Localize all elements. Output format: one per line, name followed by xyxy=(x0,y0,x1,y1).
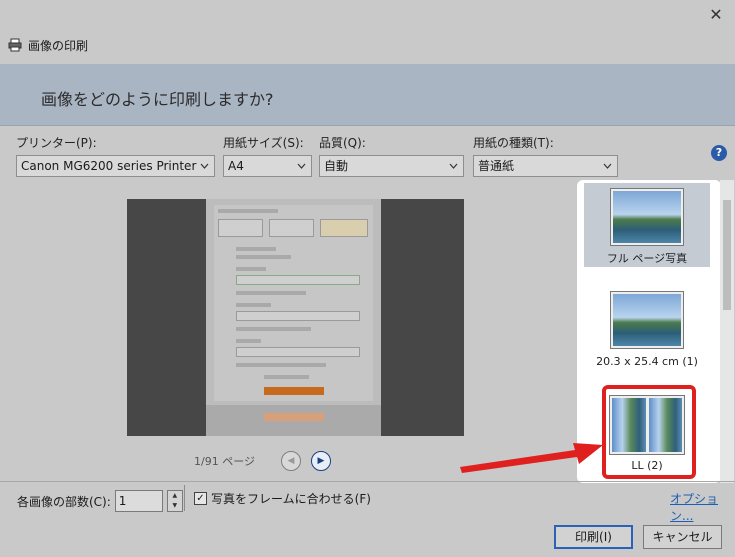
printer-field: プリンター(P): Canon MG6200 series Printer xyxy=(16,135,215,177)
print-size-item-full-page[interactable]: フル ページ写真 xyxy=(584,183,710,267)
landscape-image xyxy=(613,294,681,346)
print-settings-row: プリンター(P): Canon MG6200 series Printer 用紙… xyxy=(0,127,735,179)
instruction-banner: 画像をどのように印刷しますか? xyxy=(0,64,735,126)
preview-placeholder-input xyxy=(236,311,360,321)
preview-placeholder-button xyxy=(264,413,324,421)
scrollbar-thumb[interactable] xyxy=(723,200,731,310)
window-title-text: 画像の印刷 xyxy=(28,38,89,53)
banner-question: 画像をどのように印刷しますか? xyxy=(41,90,274,109)
paper-type-field: 用紙の種類(T): 普通紙 xyxy=(473,135,618,177)
preview-placeholder-button xyxy=(264,387,324,395)
preview-placeholder-box xyxy=(218,219,263,237)
chevron-down-icon xyxy=(603,156,612,176)
preview-placeholder-box xyxy=(269,219,314,237)
printer-value: Canon MG6200 series Printer xyxy=(21,159,197,173)
arrow-annotation-icon xyxy=(460,443,603,473)
highlight-annotation-box xyxy=(602,385,696,479)
preview-pager: 1/91 ページ ◀ ▶ xyxy=(194,451,331,471)
help-icon[interactable]: ? xyxy=(711,145,727,161)
print-size-label: 20.3 x 25.4 cm (1) xyxy=(596,355,698,368)
preview-placeholder-box xyxy=(320,219,368,237)
preview-placeholder-line xyxy=(264,375,309,379)
quality-field: 品質(Q): 自動 xyxy=(319,135,464,177)
landscape-image xyxy=(613,191,681,243)
quality-select[interactable]: 自動 xyxy=(319,155,464,177)
preview-placeholder-line xyxy=(236,291,306,295)
fit-to-frame-checkbox[interactable]: ✓ xyxy=(194,492,207,505)
chevron-down-icon xyxy=(297,156,306,176)
printer-label: プリンター(P): xyxy=(16,136,97,150)
printer-select[interactable]: Canon MG6200 series Printer xyxy=(16,155,215,177)
preview-placeholder-line xyxy=(236,327,311,331)
bottom-bar: 各画像の部数(C): 1 ▲ ▼ ✓ 写真をフレームに合わせる(F) オプション… xyxy=(0,481,735,557)
copies-stepper[interactable]: ▲ ▼ xyxy=(166,490,183,512)
landscape-photo-icon xyxy=(610,188,684,246)
paper-type-select[interactable]: 普通紙 xyxy=(473,155,618,177)
title-bar: ✕ 画像の印刷 xyxy=(0,0,735,64)
preview-placeholder-line xyxy=(236,267,266,271)
paper-size-value: A4 xyxy=(228,159,244,173)
landscape-photo-icon xyxy=(610,291,684,349)
copies-control: 各画像の部数(C): 1 ▲ ▼ xyxy=(17,490,183,512)
fit-to-frame-label: 写真をフレームに合わせる(F) xyxy=(211,492,371,506)
print-pictures-dialog: ✕ 画像の印刷 画像をどのように印刷しますか? プリンター(P): Canon … xyxy=(0,0,735,557)
previous-page-button[interactable]: ◀ xyxy=(280,451,301,471)
paper-size-select[interactable]: A4 xyxy=(223,155,312,177)
preview-placeholder-line xyxy=(236,303,271,307)
preview-page-bottom xyxy=(206,405,381,436)
close-icon[interactable]: ✕ xyxy=(705,4,727,26)
page-indicator: 1/91 ページ xyxy=(194,455,255,468)
quality-label: 品質(Q): xyxy=(319,136,366,150)
preview-placeholder-input xyxy=(236,275,360,285)
preview-placeholder-line xyxy=(236,363,326,367)
chevron-down-icon xyxy=(200,156,209,176)
preview-content xyxy=(206,199,381,436)
quality-value: 自動 xyxy=(324,159,349,173)
stepper-down-icon[interactable]: ▼ xyxy=(168,501,182,511)
copies-label: 各画像の部数(C): xyxy=(17,494,111,509)
paper-type-value: 普通紙 xyxy=(478,159,515,173)
preview-form-thumbnail xyxy=(214,205,373,401)
printer-icon xyxy=(8,38,22,52)
window-title: 画像の印刷 xyxy=(8,36,88,54)
print-size-item-20x25[interactable]: 20.3 x 25.4 cm (1) xyxy=(584,287,710,371)
preview-placeholder-input xyxy=(236,347,360,357)
preview-placeholder-line xyxy=(236,339,261,343)
preview-placeholder-line xyxy=(236,247,276,251)
stepper-up-icon[interactable]: ▲ xyxy=(168,491,182,501)
print-button[interactable]: 印刷(I) xyxy=(554,525,633,549)
divider xyxy=(184,485,185,511)
paper-size-field: 用紙サイズ(S): A4 xyxy=(223,135,312,177)
preview-page xyxy=(127,199,464,436)
next-page-button[interactable]: ▶ xyxy=(310,451,331,471)
cancel-button[interactable]: キャンセル xyxy=(643,525,722,549)
options-link[interactable]: オプション... xyxy=(670,490,735,524)
chevron-down-icon xyxy=(449,156,458,176)
paper-size-label: 用紙サイズ(S): xyxy=(223,136,304,150)
print-size-scrollbar[interactable] xyxy=(720,180,734,483)
copies-input[interactable]: 1 xyxy=(114,490,163,512)
preview-placeholder-line xyxy=(218,209,278,213)
print-size-label: フル ページ写真 xyxy=(606,252,688,265)
preview-placeholder-line xyxy=(236,255,291,259)
paper-type-label: 用紙の種類(T): xyxy=(473,136,554,150)
fit-to-frame-option[interactable]: ✓ 写真をフレームに合わせる(F) xyxy=(194,490,371,507)
